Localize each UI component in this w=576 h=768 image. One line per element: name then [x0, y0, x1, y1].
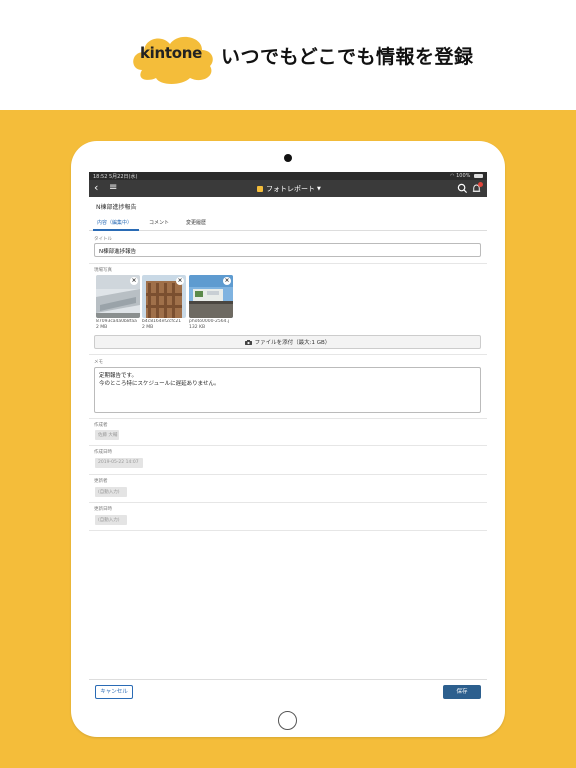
- notification-badge: [478, 182, 483, 187]
- creator-value: 佐藤 大輔: [95, 430, 119, 440]
- remove-photo-icon[interactable]: ×: [176, 277, 184, 285]
- divider: [89, 263, 487, 264]
- brand-logo-text: kintone: [140, 44, 203, 62]
- tab-contents[interactable]: 内容（編集中）: [97, 219, 132, 226]
- memo-textarea[interactable]: 定期報告です。 今のところ特にスケジュールに遅延ありません。: [94, 367, 481, 413]
- home-button[interactable]: [278, 711, 297, 730]
- battery-icon: [474, 173, 483, 178]
- record-title: N棟部進捗報告: [96, 204, 137, 211]
- active-tab-indicator: [93, 229, 139, 231]
- photo-size-3: 132 KB: [189, 325, 206, 330]
- attach-file-button[interactable]: ファイルを添付（最大:1 GB）: [94, 335, 481, 349]
- title-input[interactable]: N棟部進捗報告: [94, 243, 481, 257]
- memo-field-label: メモ: [94, 360, 103, 365]
- updated-at-value: (自動入力): [95, 515, 127, 525]
- app-bar: ‹ ≡ フォトレポート ▼: [89, 180, 487, 197]
- created-at-field-label: 作成日時: [94, 450, 112, 455]
- photo-name-1: 87093ca4a0b8faa: [96, 319, 137, 324]
- memo-line-1: 定期報告です。: [99, 373, 137, 379]
- photos-field-label: 現場写真: [94, 268, 112, 273]
- remove-photo-icon[interactable]: ×: [223, 277, 231, 285]
- title-field-label: タイトル: [94, 237, 112, 242]
- wifi-icon: ◠: [450, 173, 455, 179]
- photo-thumbnail-3[interactable]: ×: [189, 275, 233, 318]
- divider: [89, 418, 487, 419]
- memo-line-2: 今のところ特にスケジュールに遅延ありません。: [99, 381, 220, 387]
- tab-comments[interactable]: コメント: [149, 219, 169, 226]
- save-button[interactable]: 保存: [443, 685, 481, 699]
- updater-field-label: 更新者: [94, 479, 108, 484]
- app-title[interactable]: フォトレポート ▼: [257, 184, 321, 194]
- form-footer: キャンセル 保存: [89, 679, 487, 703]
- divider: [89, 445, 487, 446]
- photo-size-2: 2 MB: [142, 325, 154, 330]
- tagline: いつでもどこでも情報を登録: [221, 46, 474, 68]
- photo-thumbnail-2[interactable]: ×: [142, 275, 186, 318]
- attach-file-label: ファイルを添付（最大:1 GB）: [254, 340, 331, 346]
- status-time: 18:52 5月22日(水): [93, 174, 138, 180]
- divider: [89, 530, 487, 531]
- camera-dot: [284, 154, 292, 162]
- divider: [89, 502, 487, 503]
- battery-percent: 100%: [456, 173, 471, 179]
- photo-name-3: photo0000-2564.j: [189, 319, 230, 324]
- back-chevron-icon[interactable]: ‹: [94, 182, 98, 194]
- status-bar: 18:52 5月22日(水) ◠ 100%: [89, 172, 487, 180]
- divider: [89, 474, 487, 475]
- cancel-button[interactable]: キャンセル: [95, 685, 133, 699]
- updated-at-field-label: 更新日時: [94, 507, 112, 512]
- app-title-label: フォトレポート: [266, 185, 315, 193]
- created-at-value: 2019-05-22 14:07: [95, 458, 143, 468]
- photo-thumbnail-1[interactable]: ×: [96, 275, 140, 318]
- camera-icon: [244, 339, 252, 345]
- record-tabs: 内容（編集中） コメント 変更履歴: [89, 217, 487, 231]
- tab-history[interactable]: 変更履歴: [186, 219, 206, 226]
- hamburger-menu-icon[interactable]: ≡: [109, 182, 117, 194]
- tablet-frame: 18:52 5月22日(水) ◠ 100% ‹ ≡ フォトレポート ▼ N棟部進…: [71, 141, 505, 737]
- divider: [89, 354, 487, 355]
- search-icon[interactable]: [457, 183, 468, 194]
- photo-name-2: b4c8164ef2cfc21: [142, 319, 182, 324]
- app-icon: [257, 186, 263, 192]
- status-right: ◠ 100%: [450, 173, 483, 179]
- remove-photo-icon[interactable]: ×: [130, 277, 138, 285]
- updater-value: (自動入力): [95, 487, 127, 497]
- creator-field-label: 作成者: [94, 423, 108, 428]
- chevron-down-icon: ▼: [317, 186, 321, 192]
- photo-size-1: 2 MB: [96, 325, 108, 330]
- app-screen: 18:52 5月22日(水) ◠ 100% ‹ ≡ フォトレポート ▼ N棟部進…: [89, 172, 487, 703]
- header-band: kintone いつでもどこでも情報を登録: [0, 0, 576, 110]
